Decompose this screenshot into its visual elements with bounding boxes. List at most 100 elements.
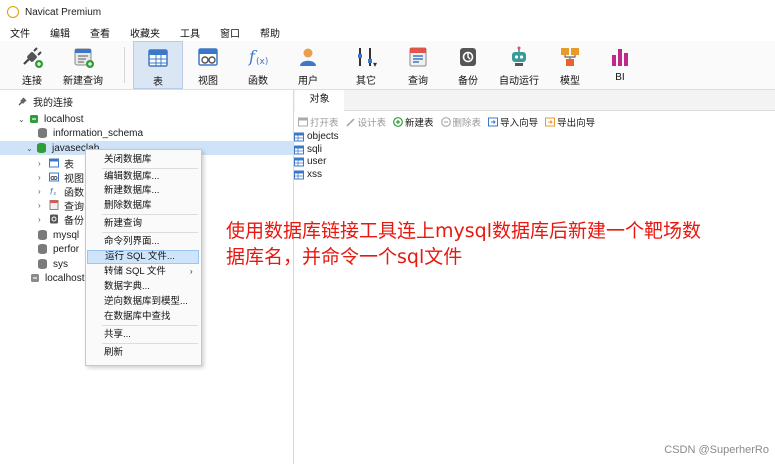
menu-new-database[interactable]: 新建数据库... bbox=[87, 184, 199, 198]
menu-find-in-database[interactable]: 在数据库中查找 bbox=[87, 310, 199, 324]
query-button[interactable]: 查询 bbox=[400, 41, 436, 89]
table-icon bbox=[294, 170, 304, 179]
watermark: CSDN @SuperherRo bbox=[664, 444, 769, 456]
title-bar: Navicat Premium bbox=[0, 0, 775, 24]
tree-node-tables[interactable]: › 表 bbox=[38, 156, 74, 171]
menu-reverse-to-model[interactable]: 逆向数据库到模型... bbox=[87, 295, 199, 309]
menu-window[interactable]: 窗口 bbox=[210, 25, 250, 40]
backup-button[interactable]: 备份 bbox=[450, 41, 486, 89]
connect-button[interactable]: 连接 bbox=[14, 41, 50, 89]
menu-bar: 文件 编辑 查看 收藏夹 工具 窗口 帮助 bbox=[0, 24, 775, 41]
menu-delete-database[interactable]: 删除数据库 bbox=[87, 199, 199, 213]
connect-plug-icon bbox=[23, 47, 43, 68]
import-wizard-icon bbox=[488, 117, 499, 127]
menu-separator bbox=[102, 232, 198, 233]
tab-strip bbox=[294, 90, 775, 111]
table-icon bbox=[294, 132, 304, 141]
menu-separator bbox=[102, 325, 198, 326]
backup-icon bbox=[460, 48, 476, 66]
new-query-button[interactable]: 新建查询 bbox=[60, 41, 106, 89]
menu-new-query[interactable]: 新建查询 bbox=[87, 217, 199, 231]
table-item-user[interactable]: user bbox=[294, 155, 326, 168]
mysql-connection-icon bbox=[30, 115, 38, 123]
menu-refresh[interactable]: 刷新 bbox=[87, 346, 199, 360]
delete-table-icon bbox=[440, 117, 451, 127]
navicat-logo-icon bbox=[7, 6, 19, 18]
tree-db-information-schema[interactable]: information_schema bbox=[38, 126, 143, 140]
tree-db-performance-schema[interactable]: perfor bbox=[38, 242, 79, 256]
menu-edit-database[interactable]: 编辑数据库... bbox=[87, 170, 199, 184]
chevron-right-icon: › bbox=[38, 214, 41, 224]
tree-my-connections[interactable]: 我的连接 bbox=[18, 94, 73, 109]
tree-db-sys[interactable]: sys bbox=[38, 257, 68, 271]
export-wizard-icon bbox=[545, 117, 556, 127]
bi-button[interactable]: BI bbox=[602, 41, 638, 89]
bi-icon bbox=[612, 49, 628, 66]
automation-button[interactable]: 自动运行 bbox=[498, 41, 540, 89]
delete-table-button[interactable]: 删除表 bbox=[440, 115, 481, 129]
database-icon bbox=[38, 244, 47, 254]
view-button[interactable]: 视图 bbox=[190, 41, 226, 89]
database-icon bbox=[38, 230, 47, 240]
menu-run-sql-file[interactable]: 运行 SQL 文件... bbox=[87, 250, 199, 264]
tree-connection-localhost[interactable]: ⌄ localhost bbox=[18, 112, 83, 126]
table-button[interactable]: 表 bbox=[133, 41, 183, 89]
tree-node-views[interactable]: › 视图 bbox=[38, 170, 84, 185]
tree-node-queries[interactable]: › 查询 bbox=[38, 198, 84, 213]
menu-favorites[interactable]: 收藏夹 bbox=[120, 25, 170, 40]
design-table-button[interactable]: 设计表 bbox=[345, 115, 386, 129]
objects-toolbar: 打开表 设计表 新建表 删除表 导入向导 导出向导 bbox=[294, 114, 775, 130]
menu-separator bbox=[102, 168, 198, 169]
menu-close-database[interactable]: 关闭数据库 bbox=[87, 153, 199, 167]
model-button[interactable]: 模型 bbox=[552, 41, 588, 89]
tree-node-functions[interactable]: › fx 函数 bbox=[38, 184, 84, 199]
new-query-icon bbox=[74, 48, 94, 68]
svg-text:x: x bbox=[54, 191, 57, 196]
tree-node-backups[interactable]: › 备份 bbox=[38, 212, 84, 227]
table-item-xss[interactable]: xss bbox=[294, 168, 322, 181]
svg-text:(x): (x) bbox=[256, 57, 268, 67]
menu-tools[interactable]: 工具 bbox=[170, 25, 210, 40]
chevron-down-icon: ⌄ bbox=[26, 143, 33, 153]
query-icon bbox=[49, 200, 59, 210]
menu-view[interactable]: 查看 bbox=[80, 25, 120, 40]
menu-share[interactable]: 共享... bbox=[87, 328, 199, 342]
function-button[interactable]: f (x) 函数 bbox=[240, 41, 276, 89]
backup-icon bbox=[50, 214, 58, 224]
database-icon bbox=[38, 259, 47, 269]
menu-separator bbox=[102, 214, 198, 215]
chevron-down-icon: ⌄ bbox=[18, 114, 25, 124]
other-button[interactable]: ▾ 其它 bbox=[344, 41, 388, 89]
main-toolbar: 连接 新建查询 表 视图 f (x) 函数 用户 ▾ 其它 查询 备份 自动运行… bbox=[0, 41, 775, 90]
database-context-menu: 关闭数据库 编辑数据库... 新建数据库... 删除数据库 新建查询 命令列界面… bbox=[85, 149, 202, 366]
export-wizard-button[interactable]: 导出向导 bbox=[545, 115, 595, 129]
table-icon bbox=[294, 157, 304, 166]
chevron-right-icon: › bbox=[38, 158, 41, 168]
open-table-button[interactable]: 打开表 bbox=[298, 115, 339, 129]
annotation-line-2: 据库名，并命令一个sql文件 bbox=[226, 246, 463, 268]
design-table-icon bbox=[345, 118, 355, 127]
import-wizard-button[interactable]: 导入向导 bbox=[488, 115, 538, 129]
menu-command-line[interactable]: 命令列界面... bbox=[87, 235, 199, 249]
tree-db-mysql[interactable]: mysql bbox=[38, 228, 79, 242]
menu-help[interactable]: 帮助 bbox=[250, 25, 290, 40]
new-table-icon bbox=[393, 117, 403, 127]
view-icon bbox=[198, 48, 218, 66]
tools-icon: ▾ bbox=[358, 48, 377, 69]
menu-file[interactable]: 文件 bbox=[0, 25, 40, 40]
table-icon bbox=[49, 158, 59, 168]
chevron-right-icon: › bbox=[38, 172, 41, 182]
new-table-button[interactable]: 新建表 bbox=[393, 115, 434, 129]
window-title: Navicat Premium bbox=[25, 6, 102, 18]
menu-edit[interactable]: 编辑 bbox=[40, 25, 80, 40]
tab-objects[interactable]: 对象 bbox=[295, 90, 344, 112]
table-icon bbox=[294, 145, 304, 154]
instruction-annotation: 使用数据库链接工具连上mysql数据库后新建一个靶场数 据库名，并命令一个sql… bbox=[226, 218, 766, 270]
annotation-line-1: 使用数据库链接工具连上mysql数据库后新建一个靶场数 bbox=[226, 220, 701, 242]
tree-connection-localhost-2[interactable]: localhost bbox=[30, 271, 84, 285]
menu-data-dictionary[interactable]: 数据字典... bbox=[87, 280, 199, 294]
user-button[interactable]: 用户 bbox=[290, 41, 326, 89]
menu-dump-sql-file[interactable]: 转储 SQL 文件 bbox=[87, 265, 199, 279]
table-item-objects[interactable]: objects bbox=[294, 130, 339, 143]
connection-group-icon bbox=[18, 97, 27, 106]
